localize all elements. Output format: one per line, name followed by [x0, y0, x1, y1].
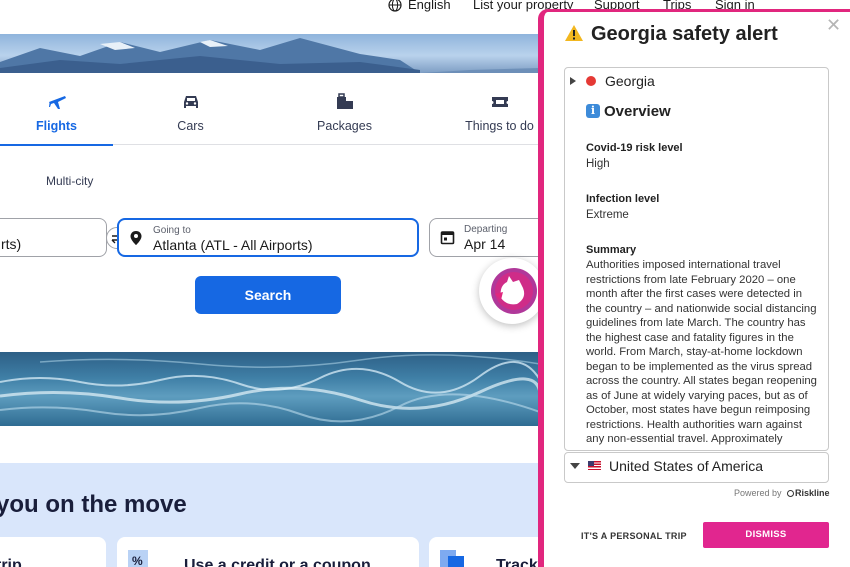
- leaving-from-field[interactable]: rts): [0, 218, 107, 257]
- tab-label: Packages: [317, 119, 372, 133]
- tab-label: Cars: [177, 119, 204, 133]
- hero-image: [0, 34, 540, 73]
- promo-card-text: trip: [0, 557, 22, 567]
- calendar-icon: [440, 231, 455, 245]
- tab-label: Flights: [36, 119, 77, 133]
- warning-icon: [565, 25, 583, 41]
- summary-text: Authorities imposed international travel…: [586, 259, 817, 445]
- country-name: Georgia: [605, 73, 655, 89]
- country-toggle-usa[interactable]: United States of America: [570, 458, 763, 474]
- summary-scroll[interactable]: Authorities imposed international travel…: [586, 258, 818, 446]
- departing-label: Departing: [464, 224, 508, 235]
- personal-trip-button[interactable]: IT'S A PERSONAL TRIP: [581, 531, 687, 541]
- powered-by-label: Powered by: [734, 488, 782, 498]
- going-to-value: Atlanta (ATL - All Airports): [153, 237, 313, 253]
- riskline-logo-icon: [787, 490, 795, 497]
- ticket-icon: [491, 97, 508, 107]
- country-name: United States of America: [609, 458, 764, 474]
- provider-name: Riskline: [795, 488, 830, 498]
- tab-flights[interactable]: Flights: [0, 73, 113, 146]
- infection-level-value: Extreme: [586, 209, 629, 221]
- country-toggle-georgia[interactable]: Georgia: [570, 73, 655, 89]
- search-button[interactable]: Search: [195, 276, 341, 314]
- caret-down-icon: [570, 463, 580, 469]
- language-link[interactable]: English: [408, 0, 451, 12]
- ocean-image: [0, 352, 540, 426]
- close-icon[interactable]: ✕: [826, 15, 841, 36]
- promo-card[interactable]: % Use a credit or a coupon: [117, 537, 419, 567]
- infection-level-label: Infection level: [586, 193, 660, 205]
- leaving-from-value: rts): [1, 236, 22, 252]
- summary-label: Summary: [586, 244, 637, 256]
- car-icon: [183, 96, 198, 108]
- overview-heading: Overview: [604, 103, 671, 120]
- promo-card-text: Use a credit or a coupon: [184, 557, 371, 567]
- svg-text:%: %: [132, 554, 143, 567]
- caret-right-icon: [570, 77, 576, 85]
- extension-logo-icon: [491, 268, 537, 314]
- plane-icon: [48, 96, 66, 109]
- coupon-icon: %: [128, 550, 148, 567]
- promo-card[interactable]: trip: [0, 537, 106, 567]
- info-icon: i: [586, 104, 600, 118]
- category-tabs: Flights Cars Packages Things to do: [0, 73, 540, 146]
- covid-risk-value: High: [586, 158, 610, 170]
- alert-title: Georgia safety alert: [591, 23, 778, 45]
- extension-avatar-button[interactable]: [479, 258, 545, 324]
- track-icon: [440, 550, 464, 567]
- tab-cars[interactable]: Cars: [134, 73, 247, 145]
- globe-icon: [388, 0, 402, 12]
- promo-card-text: Track: [496, 557, 538, 567]
- going-to-field[interactable]: Going to Atlanta (ATL - All Airports): [117, 218, 419, 257]
- dismiss-button[interactable]: DISMISS: [703, 522, 829, 548]
- location-pin-icon: [586, 76, 596, 86]
- departing-value: Apr 14: [464, 236, 506, 252]
- tab-packages[interactable]: Packages: [288, 73, 401, 145]
- powered-by: Powered by Riskline: [734, 488, 830, 498]
- going-to-label: Going to: [153, 225, 191, 236]
- location-pin-icon: [130, 231, 142, 245]
- tab-multi-city[interactable]: Multi-city: [46, 174, 93, 188]
- promo-title: you on the move: [0, 491, 187, 518]
- covid-risk-label: Covid-19 risk level: [586, 142, 683, 154]
- us-flag-icon: [588, 461, 601, 470]
- packages-icon: [336, 93, 353, 109]
